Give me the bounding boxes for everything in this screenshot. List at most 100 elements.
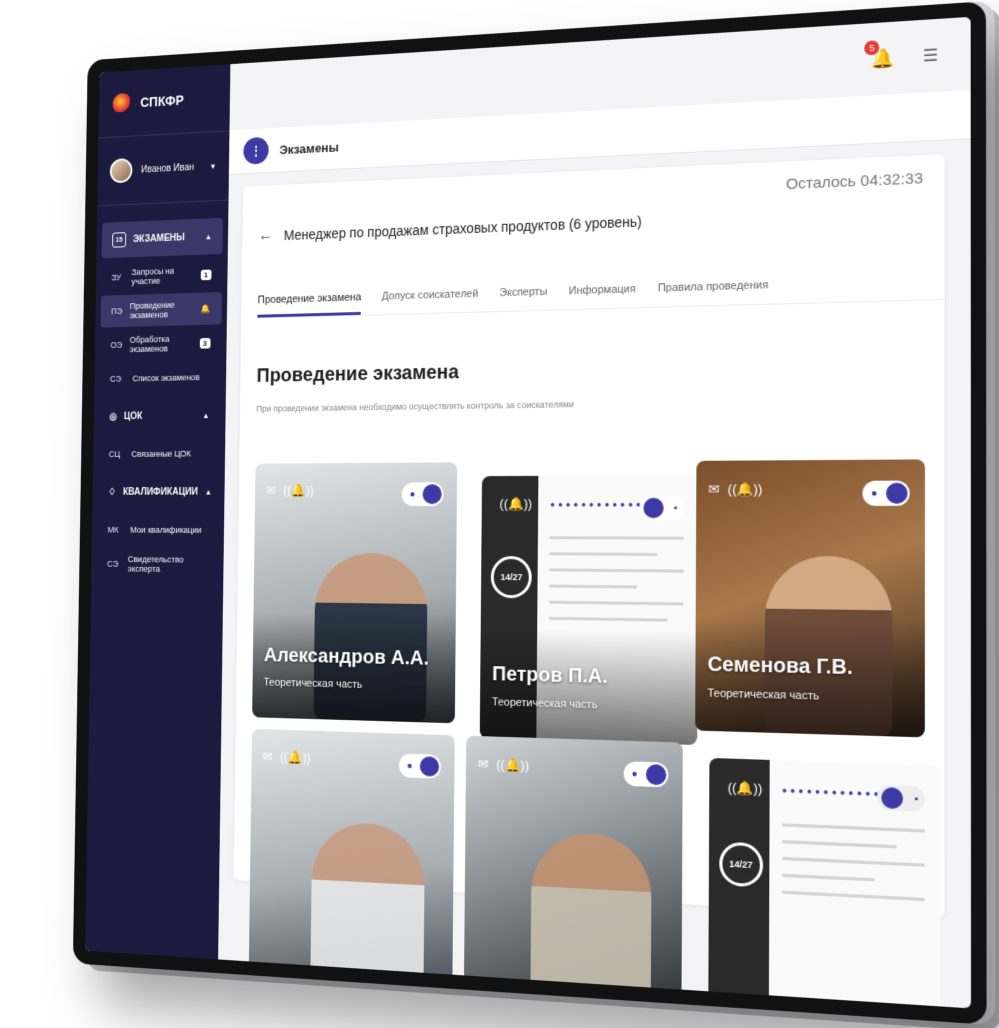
logo-icon: [112, 92, 132, 115]
candidate-tile[interactable]: ✉ ((🔔)) ●: [464, 735, 683, 1009]
exam-tabs: Проведение экзамена Допуск соискателей Э…: [257, 256, 945, 319]
back-arrow-icon[interactable]: ←: [258, 227, 273, 245]
tile-icons: ✉ ((🔔)): [262, 749, 310, 766]
brand[interactable]: СПКФР: [98, 64, 231, 139]
nav-section-label: КВАЛИФИКАЦИИ: [122, 486, 198, 498]
text-line: [549, 584, 637, 589]
nav-item-label: Обработка экзаменов: [129, 334, 170, 355]
alarm-icon[interactable]: ((🔔)): [283, 483, 314, 499]
mail-icon[interactable]: ✉: [478, 756, 489, 772]
user-menu[interactable]: Иванов Иван ▼: [97, 131, 230, 207]
tile-icons: ((🔔)): [728, 779, 763, 797]
nav-item-label: Список экзаменов: [132, 372, 200, 384]
toggle-knob: [645, 763, 666, 786]
avatar: [109, 158, 133, 184]
sidebar: СПКФР Иванов Иван ▼ 15 ЭКЗАМЕНЫ ▲ ЗУ Зап: [85, 64, 231, 960]
text-line: [781, 890, 925, 902]
text-line: [549, 536, 684, 540]
nav-item-label: Свидетельство эксперта: [127, 554, 184, 574]
toggle-knob: [420, 756, 440, 777]
sidebar-item-conduct[interactable]: ПЭ Проведение экзаменов 🔔: [100, 291, 222, 328]
text-line: [549, 600, 684, 606]
text-line: [549, 616, 667, 622]
tab-admission[interactable]: Допуск соискателей: [381, 288, 479, 314]
exam-card: Осталось 04:32:33 ← Менеджер по продажам…: [233, 154, 945, 1009]
view-toggle[interactable]: ●: [402, 482, 444, 507]
count-badge: 3: [199, 337, 211, 349]
sidebar-item-my-qualifications[interactable]: МК Мои квалификации: [97, 514, 219, 547]
text-line: [781, 873, 875, 882]
nav-section-qualifications[interactable]: ♢ КВАЛИФИКАЦИИ ▲: [98, 473, 220, 509]
sidebar-item-requests[interactable]: ЗУ Запросы на участие 1: [101, 258, 222, 294]
text-line: [549, 568, 684, 573]
alarm-icon[interactable]: ((🔔)): [728, 779, 763, 797]
nav-item-abbr: СЭ: [107, 559, 119, 569]
nav-section-label: ЭКЗАМЕНЫ: [132, 232, 185, 245]
menu-icon[interactable]: ☰: [923, 45, 938, 67]
sidebar-item-exam-list[interactable]: СЭ Список экзаменов: [99, 361, 221, 395]
nav-item-abbr: МК: [107, 525, 119, 535]
chevron-up-icon: ▲: [204, 232, 213, 241]
count-badge: 1: [200, 269, 212, 280]
tab-conduct[interactable]: Проведение экзамена: [257, 291, 362, 318]
notifications-button[interactable]: 🔔 5: [864, 39, 895, 70]
webcam-video: [310, 821, 426, 997]
section-title: Проведение экзамена: [256, 361, 459, 387]
text-line: [781, 823, 925, 833]
view-toggle[interactable]: ●: [399, 753, 442, 779]
caret-down-icon: ▼: [209, 161, 217, 171]
candidate-name: Семенова Г.В.: [707, 653, 853, 680]
toggle-knob: [422, 484, 443, 505]
nav-section-exams[interactable]: 15 ЭКЗАМЕНЫ ▲: [101, 217, 223, 259]
candidate-tile[interactable]: 14/27 ●●●●●●●●●●●●●●●● ((🔔)): [707, 757, 941, 1009]
page-menu-button[interactable]: ⋮: [243, 136, 269, 165]
candidate-tile[interactable]: ✉ ((🔔)) ● Семенова Г.В. Теоретическая ча…: [694, 459, 925, 738]
sidebar-item-processing[interactable]: ОЭ Обработка экзаменов 3: [100, 326, 221, 361]
diploma-icon: ♢: [108, 486, 117, 498]
nav-item-label: Проведение экзаменов: [129, 300, 175, 321]
screen-icon: ▪: [914, 793, 919, 805]
sidebar-item-linked-cok[interactable]: СЦ Связанные ЦОК: [98, 437, 220, 470]
candidate-name: Петров П.А.: [492, 663, 608, 689]
exam-header: ← Менеджер по продажам страховых продукт…: [258, 212, 642, 245]
candidate-tile[interactable]: ✉ ((🔔)) ● Александров А.А. Теоретическая…: [252, 462, 458, 724]
person-icon: ●: [406, 760, 413, 772]
sidebar-nav: 15 ЭКЗАМЕНЫ ▲ ЗУ Запросы на участие 1 ПЭ…: [91, 200, 228, 581]
brand-name: СПКФР: [140, 92, 184, 110]
exam-title: Менеджер по продажам страховых продуктов…: [283, 213, 642, 244]
mail-icon[interactable]: ✉: [708, 481, 719, 497]
alarm-icon[interactable]: ((🔔)): [499, 496, 532, 512]
nav-item-abbr: СЦ: [108, 449, 121, 459]
alarm-icon[interactable]: ((🔔)): [728, 481, 763, 498]
tab-information[interactable]: Информация: [569, 283, 636, 309]
nav-item-abbr: ПЭ: [111, 306, 123, 317]
text-line: [781, 840, 897, 849]
candidate-tile[interactable]: 14/27 ●●●●●●●●●●●●●●●● ((🔔)): [480, 475, 699, 746]
exam-timer: Осталось 04:32:33: [785, 169, 923, 194]
view-toggle[interactable]: ▪: [876, 784, 925, 813]
toggle-knob: [881, 787, 903, 810]
mail-icon[interactable]: ✉: [262, 749, 272, 765]
alarm-icon[interactable]: ((🔔)): [496, 757, 529, 774]
mail-icon[interactable]: ✉: [266, 483, 276, 498]
nav-section-label: ЦОК: [123, 410, 143, 422]
nav-item-label: Связанные ЦОК: [131, 448, 192, 459]
webcam-video: [529, 831, 652, 1009]
alarm-icon[interactable]: ((🔔)): [280, 749, 311, 766]
sidebar-item-expert-certificate[interactable]: СЭ Свидетельство эксперта: [96, 548, 218, 581]
candidate-grid: ✉ ((🔔)) ● Александров А.А. Теоретическая…: [248, 459, 941, 1009]
tab-experts[interactable]: Эксперты: [499, 286, 547, 311]
candidate-tile[interactable]: ✉ ((🔔)) ●: [248, 728, 455, 999]
nav-section-cok[interactable]: ◎ ЦОК ▲: [99, 397, 221, 435]
calendar-icon: 15: [112, 232, 127, 248]
toggle-knob: [886, 482, 908, 504]
screen-icon: ▪: [673, 502, 678, 514]
person-icon: ●: [409, 488, 416, 500]
text-line: [549, 552, 657, 557]
location-pin-icon: ◎: [109, 411, 118, 422]
tab-rules[interactable]: Правила проведения: [658, 279, 769, 307]
view-toggle[interactable]: ●: [862, 480, 910, 506]
user-name: Иванов Иван: [140, 161, 195, 175]
view-toggle[interactable]: ▪: [638, 495, 684, 521]
view-toggle[interactable]: ●: [623, 761, 669, 788]
